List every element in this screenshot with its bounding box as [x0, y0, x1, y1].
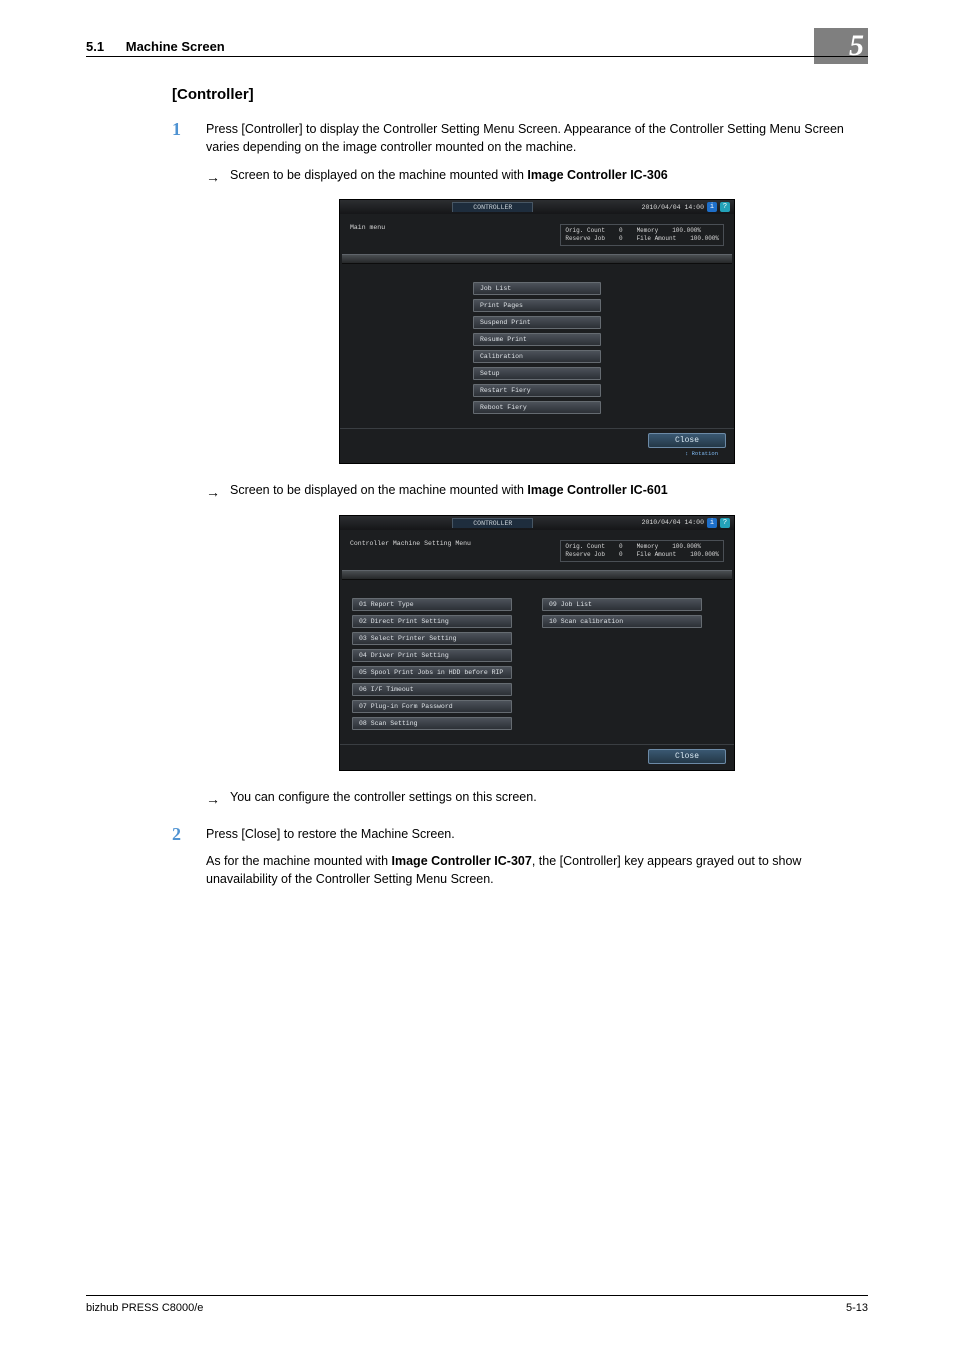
arrow-icon: → [206, 168, 220, 188]
shot306-divider [342, 254, 732, 264]
step1-text: Press [Controller] to display the Contro… [206, 121, 868, 157]
menu-restart-fiery[interactable]: Restart Fiery [473, 384, 601, 397]
menu-job-list[interactable]: Job List [473, 282, 601, 295]
orig-count-value: 0 [619, 543, 623, 551]
shot306-menu: Job List Print Pages Suspend Print Resum… [473, 282, 601, 420]
shot601-tab: CONTROLLER [452, 518, 533, 528]
screenshot-ic601: CONTROLLER 2010/04/04 14:00 i ? Controll… [339, 515, 735, 771]
memory-value: 100.000% [672, 227, 701, 235]
menu-calibration[interactable]: Calibration [473, 350, 601, 363]
step2-text2: As for the machine mounted with Image Co… [206, 853, 868, 889]
shot601-left-label: Controller Machine Setting Menu [350, 540, 471, 562]
info-icon[interactable]: i [707, 518, 717, 528]
section-title: Machine Screen [126, 39, 225, 54]
page-title: [Controller] [172, 86, 868, 103]
memory-label: Memory [637, 227, 659, 235]
orig-count-label: Orig. Count [565, 227, 605, 235]
shot601-menu-col2: 09 Job List 10 Scan calibration [542, 598, 702, 736]
file-amount-value: 100.000% [690, 551, 719, 559]
memory-label: Memory [637, 543, 659, 551]
chapter-number: 5 [849, 29, 864, 63]
menu-report-type[interactable]: 01 Report Type [352, 598, 512, 611]
step1-arrow1-bold: Image Controller IC-306 [527, 168, 667, 182]
header-rule [86, 56, 868, 57]
shot601-menu-col1: 01 Report Type 02 Direct Print Setting 0… [352, 598, 512, 736]
menu-scan-calibration[interactable]: 10 Scan calibration [542, 615, 702, 628]
step2-text1: Press [Close] to restore the Machine Scr… [206, 826, 868, 844]
menu-setup[interactable]: Setup [473, 367, 601, 380]
menu-suspend-print[interactable]: Suspend Print [473, 316, 601, 329]
file-amount-label: File Amount [637, 551, 677, 559]
shot306-status: Orig. Count 0 Memory 100.000% Reserve Jo… [560, 224, 724, 246]
chapter-badge: 5 [814, 28, 868, 64]
menu-print-pages[interactable]: Print Pages [473, 299, 601, 312]
arrow-icon: → [206, 483, 220, 503]
step2-text2-pre: As for the machine mounted with [206, 854, 392, 868]
menu-spool-hdd[interactable]: 05 Spool Print Jobs in HDD before RIP [352, 666, 512, 679]
help-icon[interactable]: ? [720, 518, 730, 528]
footer-page-number: 5-13 [846, 1302, 868, 1314]
shot306-left-label: Main menu [350, 224, 385, 246]
info-icon[interactable]: i [707, 202, 717, 212]
step1-arrow2-bold: Image Controller IC-601 [527, 483, 667, 497]
close-button[interactable]: Close [648, 749, 726, 764]
reserve-job-value: 0 [619, 235, 623, 243]
orig-count-value: 0 [619, 227, 623, 235]
menu-resume-print[interactable]: Resume Print [473, 333, 601, 346]
rotation-badge: ↕ Rotation [648, 450, 726, 457]
shot601-status: Orig. Count 0 Memory 100.000% Reserve Jo… [560, 540, 724, 562]
memory-value: 100.000% [672, 543, 701, 551]
menu-direct-print[interactable]: 02 Direct Print Setting [352, 615, 512, 628]
step1-arrow2: Screen to be displayed on the machine mo… [230, 482, 668, 500]
menu-driver-print[interactable]: 04 Driver Print Setting [352, 649, 512, 662]
menu-job-list-601[interactable]: 09 Job List [542, 598, 702, 611]
arrow-icon: → [206, 790, 220, 810]
step-number-2: 2 [172, 824, 181, 845]
shot306-tab: CONTROLLER [452, 202, 533, 212]
section-number: 5.1 [86, 39, 104, 54]
step1-arrow2-pre: Screen to be displayed on the machine mo… [230, 483, 527, 497]
step1-arrow3: You can configure the controller setting… [230, 789, 537, 807]
menu-plugin-password[interactable]: 07 Plug-in Form Password [352, 700, 512, 713]
reserve-job-label: Reserve Job [565, 235, 605, 243]
step2-text2-bold: Image Controller IC-307 [392, 854, 532, 868]
reserve-job-value: 0 [619, 551, 623, 559]
menu-if-timeout[interactable]: 06 I/F Timeout [352, 683, 512, 696]
shot601-timestamp: 2010/04/04 14:00 [642, 519, 704, 526]
help-icon[interactable]: ? [720, 202, 730, 212]
step-number-1: 1 [172, 119, 181, 140]
step1-arrow1-pre: Screen to be displayed on the machine mo… [230, 168, 527, 182]
file-amount-value: 100.000% [690, 235, 719, 243]
shot306-timestamp: 2010/04/04 14:00 [642, 204, 704, 211]
page-footer: bizhub PRESS C8000/e 5-13 [86, 1295, 868, 1314]
menu-reboot-fiery[interactable]: Reboot Fiery [473, 401, 601, 414]
orig-count-label: Orig. Count [565, 543, 605, 551]
file-amount-label: File Amount [637, 235, 677, 243]
screenshot-ic306: CONTROLLER 2010/04/04 14:00 i ? Main men… [339, 199, 735, 464]
close-button[interactable]: Close [648, 433, 726, 448]
footer-product: bizhub PRESS C8000/e [86, 1302, 203, 1314]
rotation-label: Rotation [692, 450, 718, 457]
reserve-job-label: Reserve Job [565, 551, 605, 559]
menu-select-printer[interactable]: 03 Select Printer Setting [352, 632, 512, 645]
step1-arrow1: Screen to be displayed on the machine mo… [230, 167, 668, 185]
shot601-divider [342, 570, 732, 580]
menu-scan-setting[interactable]: 08 Scan Setting [352, 717, 512, 730]
